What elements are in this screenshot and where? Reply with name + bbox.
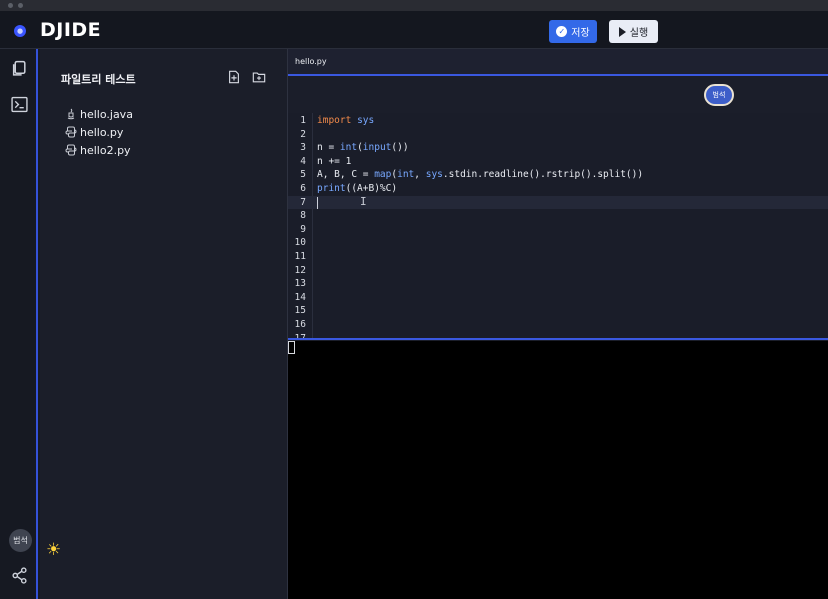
code-text: print((A+B)%C) bbox=[317, 183, 398, 194]
code-text: A, B, C = map(int, sys.stdin.readline().… bbox=[317, 169, 644, 181]
code-line[interactable]: 17 bbox=[288, 332, 828, 340]
code-line[interactable]: 4 n += 1 bbox=[288, 155, 828, 169]
line-number: 16 bbox=[294, 319, 306, 330]
line-number: 2 bbox=[300, 128, 306, 140]
code-line[interactable]: 7I bbox=[288, 194, 828, 210]
python-icon bbox=[65, 126, 77, 138]
browser-url-strip bbox=[0, 0, 828, 11]
activity-bar: 범석 bbox=[0, 49, 38, 599]
file-tree: hello.java hello.py hello2.py bbox=[65, 105, 133, 159]
user-avatar[interactable]: 범석 bbox=[9, 529, 32, 552]
save-label: 저장 bbox=[571, 28, 590, 39]
tab-bar: hello.py bbox=[288, 49, 828, 76]
line-number: 13 bbox=[294, 278, 306, 290]
line-number: 3 bbox=[300, 142, 306, 154]
check-icon: ✓ bbox=[556, 26, 568, 37]
file-item-hello-py[interactable]: hello.py bbox=[65, 123, 133, 141]
line-number: 7 bbox=[300, 196, 306, 208]
sun-icon[interactable]: ☀ bbox=[46, 540, 61, 560]
code-line[interactable]: 14 bbox=[288, 291, 828, 305]
run-button[interactable]: 실행 bbox=[609, 20, 658, 43]
java-icon bbox=[67, 108, 75, 120]
line-number: 17 bbox=[294, 332, 306, 340]
file-name: hello2.py bbox=[80, 143, 131, 157]
line-number: 5 bbox=[300, 169, 306, 181]
code-line[interactable]: 5 A, B, C = map(int, sys.stdin.readline()… bbox=[288, 168, 828, 182]
files-icon[interactable] bbox=[11, 60, 28, 77]
code-line[interactable]: 3 n = int(input()) bbox=[288, 141, 828, 155]
code-text: n = int(input()) bbox=[317, 142, 409, 154]
line-number: 1 bbox=[300, 115, 306, 126]
code-line[interactable]: 1 import sys bbox=[288, 114, 828, 128]
code-line[interactable]: 10 bbox=[288, 236, 828, 250]
mouse-ibeam-icon: I bbox=[360, 194, 367, 208]
line-number: 6 bbox=[300, 183, 306, 194]
run-label: 실행 bbox=[629, 28, 649, 39]
line-number: 9 bbox=[300, 223, 306, 235]
play-icon bbox=[618, 26, 626, 37]
explorer-title: 파일트리 테스트 bbox=[61, 73, 136, 86]
text-cursor bbox=[317, 196, 318, 209]
terminal-cursor bbox=[288, 341, 295, 354]
file-name: hello.py bbox=[80, 125, 124, 139]
line-number: 10 bbox=[294, 237, 306, 249]
line-number: 11 bbox=[294, 251, 306, 262]
code-line[interactable]: 12 bbox=[288, 264, 828, 278]
new-folder-icon[interactable] bbox=[252, 70, 266, 84]
terminal-panel[interactable] bbox=[288, 341, 828, 599]
code-editor[interactable]: 1 import sys 2 3 n = int(input()) 4 n += 1 5 A, … bbox=[288, 113, 828, 340]
collaborator-avatar: 범석 bbox=[704, 84, 734, 106]
file-explorer: 파일트리 테스트 hello.java hello.py hello2.py ☀ bbox=[40, 49, 288, 599]
editor-area: hello.py 범석 1 import sys 2 3 n = int(input()… bbox=[288, 49, 828, 599]
code-line[interactable]: 13 bbox=[288, 277, 828, 291]
code-line[interactable]: 9 bbox=[288, 223, 828, 237]
share-icon[interactable] bbox=[11, 567, 28, 584]
line-number: 14 bbox=[294, 291, 306, 303]
line-number: 12 bbox=[294, 264, 306, 276]
new-file-icon[interactable] bbox=[227, 70, 241, 84]
file-item-hello2-py[interactable]: hello2.py bbox=[65, 141, 133, 159]
save-button[interactable]: ✓ 저장 bbox=[549, 20, 597, 43]
code-line[interactable]: 15 bbox=[288, 304, 828, 318]
tab-hello-py[interactable]: hello.py bbox=[295, 57, 327, 66]
code-text: import sys bbox=[317, 115, 375, 126]
logo-icon: ● bbox=[14, 25, 26, 37]
app-brand: DJIDE bbox=[40, 19, 102, 41]
code-line[interactable]: 8 bbox=[288, 209, 828, 223]
line-number: 8 bbox=[300, 210, 306, 222]
code-line[interactable]: 16 bbox=[288, 318, 828, 332]
code-text: n += 1 bbox=[317, 155, 352, 167]
line-number: 4 bbox=[300, 155, 306, 167]
code-line[interactable]: 2 bbox=[288, 128, 828, 142]
file-item-hello-java[interactable]: hello.java bbox=[65, 105, 133, 123]
terminal-icon[interactable] bbox=[11, 96, 28, 113]
line-number: 15 bbox=[294, 305, 306, 317]
python-icon bbox=[65, 144, 77, 156]
code-line[interactable]: 6 print((A+B)%C) bbox=[288, 182, 828, 196]
file-name: hello.java bbox=[80, 107, 133, 121]
top-bar: ● DJIDE ✓ 저장 실행 bbox=[0, 11, 828, 49]
code-line[interactable]: 11 bbox=[288, 250, 828, 264]
